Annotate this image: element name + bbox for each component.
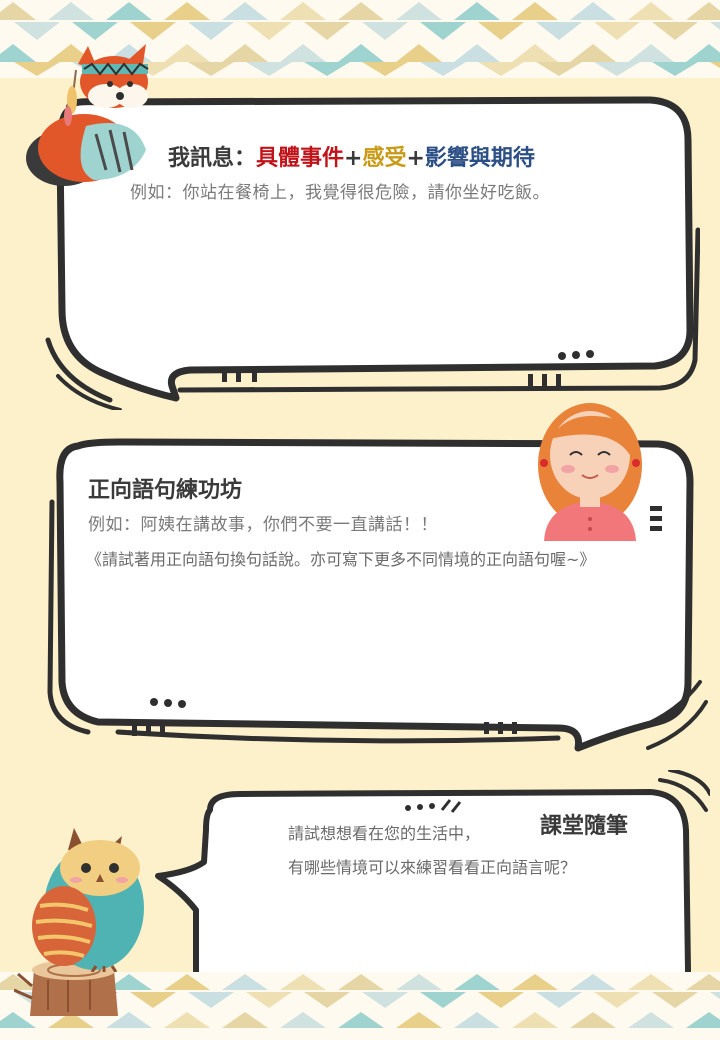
pattern-triangle [280,974,326,990]
pattern-triangle [570,974,616,990]
pattern-triangle [246,22,292,40]
pattern-triangle [396,44,442,62]
pattern-triangle [594,62,640,76]
section1-title: 我訊息：具體事件+感受+影響與期待 [168,140,535,172]
pattern-triangle [686,1012,720,1028]
pattern-triangle [280,1012,326,1028]
pattern-triangle [164,1012,210,1028]
pattern-triangle [304,992,350,1008]
title-plus-1: + [344,146,363,171]
pattern-triangle [280,44,326,62]
pattern-triangle [164,974,210,990]
pattern-triangle [338,974,384,990]
pattern-triangle [188,992,234,1008]
pattern-triangle [628,1012,674,1028]
pattern-triangle [652,992,698,1008]
pattern-triangle [420,992,466,1008]
pattern-triangle [420,62,466,76]
fox-icon [14,30,174,190]
pattern-triangle [106,2,152,20]
pattern-triangle [454,44,500,62]
pattern-triangle [454,974,500,990]
title-part-feeling: 感受 [362,146,407,171]
girl-icon [530,395,650,545]
pattern-triangle [304,22,350,40]
pattern-triangle [512,974,558,990]
pattern-triangle [0,2,36,20]
title-part-impact: 影響與期待 [424,146,535,171]
title-part-event: 具體事件 [256,146,345,171]
pattern-triangle [594,22,640,40]
pattern-triangle [222,2,268,20]
pattern-triangle [536,62,582,76]
pattern-triangle [338,1012,384,1028]
pattern-triangle [280,2,326,20]
pattern-triangle [246,992,292,1008]
pattern-triangle [570,44,616,62]
pattern-triangle [628,44,674,62]
section2-instruction: 《請試著用正向語句換句話說。亦可寫下更多不同情境的正向語句喔~》 [86,550,596,569]
pattern-triangle [338,44,384,62]
section3-line2: 有哪些情境可以來練習看看正向語言呢？ [288,858,577,877]
pattern-triangle [478,62,524,76]
pattern-triangle [570,1012,616,1028]
pattern-triangle [304,62,350,76]
pattern-triangle [628,974,674,990]
pattern-triangle [686,974,720,990]
pattern-triangle [362,62,408,76]
pattern-triangle [512,2,558,20]
section3-line1: 請試想想看在您的生活中， [288,824,481,843]
pattern-triangle [362,992,408,1008]
pattern-triangle [570,2,616,20]
pattern-triangle [396,974,442,990]
title-plus-2: + [406,146,425,171]
pattern-triangle [454,2,500,20]
pattern-triangle [246,62,292,76]
pattern-triangle [652,62,698,76]
pattern-triangle [130,992,176,1008]
pattern-triangle [628,2,674,20]
section1-example: 例如：你站在餐椅上，我覺得很危險，請你坐好吃飯。 [130,183,550,203]
pattern-triangle [396,2,442,20]
section2-title: 正向語句練功坊 [88,478,243,503]
pattern-triangle [686,44,720,62]
pattern-triangle [164,2,210,20]
pattern-triangle [222,974,268,990]
pattern-triangle [512,44,558,62]
pattern-triangle [710,992,720,999]
title-prefix: 我訊息： [168,146,257,171]
pattern-triangle [222,44,268,62]
pattern-triangle [536,22,582,40]
pattern-triangle [710,22,720,30]
pattern-triangle [652,22,698,40]
pattern-triangle [454,1012,500,1028]
pattern-triangle [338,2,384,20]
pattern-triangle [396,1012,442,1028]
pattern-triangle [512,1012,558,1028]
pattern-triangle [420,22,466,40]
pattern-triangle [362,22,408,40]
pattern-triangle [188,22,234,40]
pattern-triangle [710,62,720,69]
pattern-triangle [478,22,524,40]
pattern-triangle [686,2,720,20]
pattern-triangle [48,2,94,20]
section3-title: 課堂隨筆 [540,814,629,839]
pattern-triangle [478,992,524,1008]
pattern-triangle [222,1012,268,1028]
pattern-triangle [188,62,234,76]
pattern-triangle [536,992,582,1008]
owl-icon [18,822,148,973]
pattern-triangle [594,992,640,1008]
section2-example: 例如：阿姨在講故事，你們不要一直講話！！ [88,515,438,535]
